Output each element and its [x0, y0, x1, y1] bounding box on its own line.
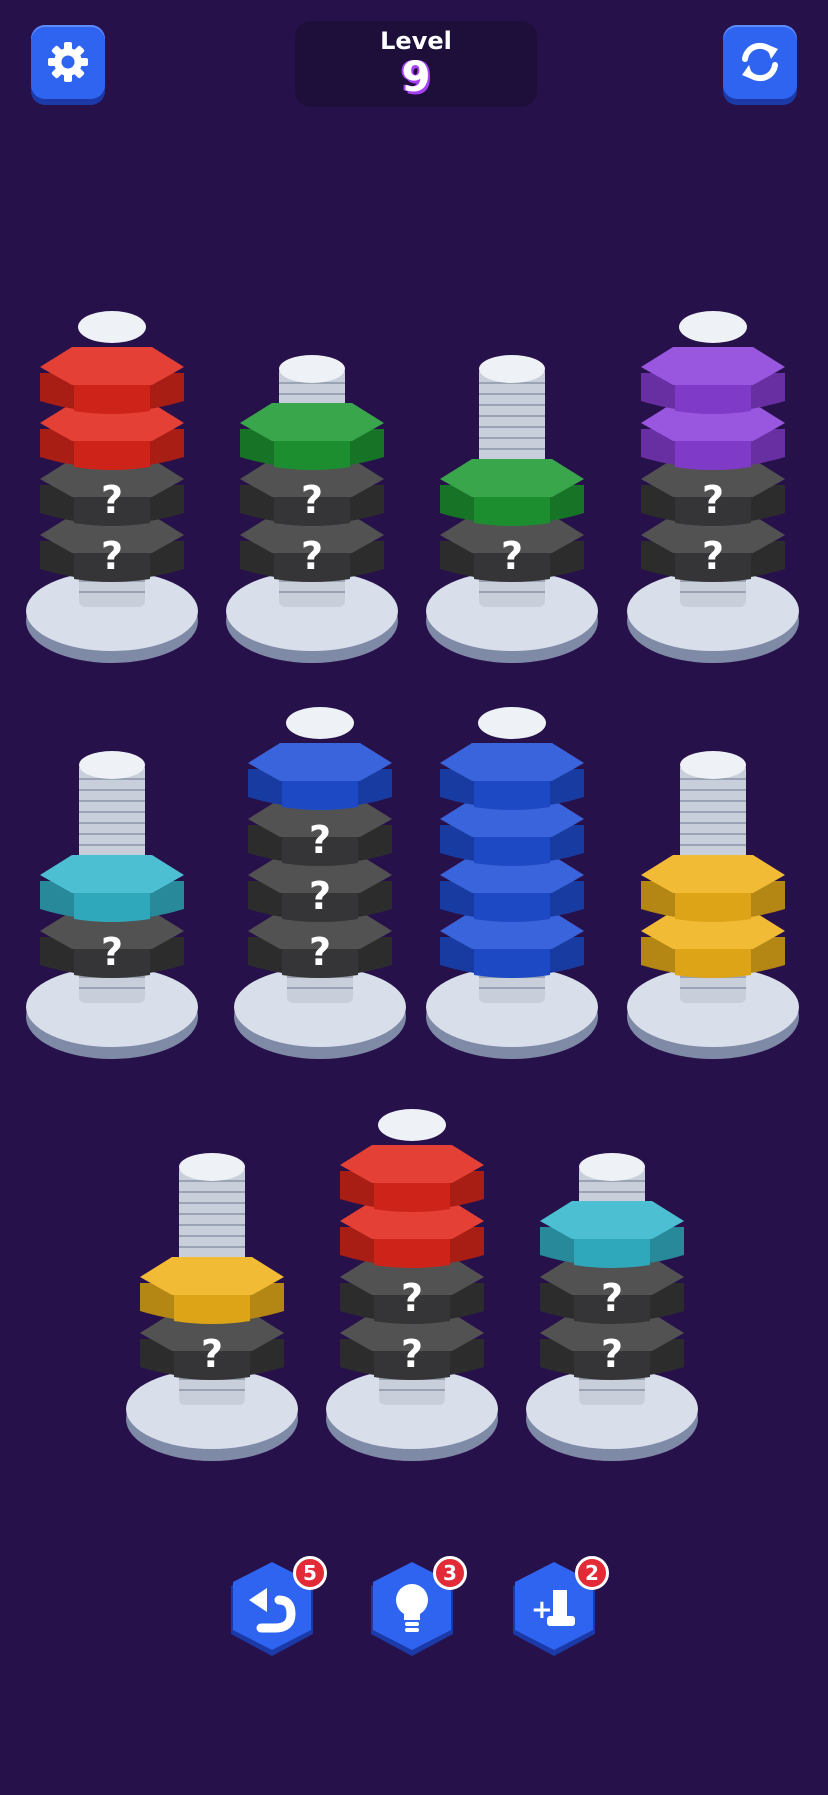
hidden-nut-mark: ? — [702, 478, 724, 522]
bolt-tip — [79, 751, 145, 779]
undo-booster-button[interactable]: 5 — [227, 1556, 327, 1660]
bolt[interactable]: ?? — [326, 1109, 498, 1461]
bolt[interactable]: ? — [126, 1153, 298, 1461]
nut-front-face — [174, 1291, 250, 1324]
bolt-tip — [479, 355, 545, 383]
hidden-nut-mark: ? — [301, 478, 323, 522]
hidden-nut-mark: ? — [201, 1332, 223, 1376]
bolt-tip — [179, 1153, 245, 1181]
bolt-tip — [279, 355, 345, 383]
hidden-nut-mark: ? — [501, 534, 523, 578]
bolt-tip — [478, 707, 546, 739]
hidden-nut-mark: ? — [309, 818, 331, 862]
nut-front-face — [74, 889, 150, 922]
hidden-nut-mark: ? — [309, 874, 331, 918]
bolt-tip — [680, 751, 746, 779]
hidden-nut-mark: ? — [301, 534, 323, 578]
booster-count-badge: 2 — [575, 1556, 609, 1590]
nut-front-face — [675, 889, 751, 922]
bolt-tip — [78, 311, 146, 343]
hidden-nut-mark: ? — [401, 1276, 423, 1320]
game-board: ???????????????? — [26, 311, 799, 1461]
add-bolt-booster-button[interactable]: +2 — [509, 1556, 609, 1660]
nut-front-face — [282, 777, 358, 810]
purple-nut — [641, 347, 785, 414]
bolt[interactable] — [627, 751, 799, 1059]
bolt[interactable] — [426, 707, 598, 1059]
yellow-nut — [140, 1257, 284, 1324]
cyan-nut — [40, 855, 184, 922]
nut-front-face — [675, 381, 751, 414]
bolt[interactable]: ? — [26, 751, 198, 1059]
nut-front-face — [374, 1179, 450, 1212]
hidden-nut-mark: ? — [309, 930, 331, 974]
hidden-nut-mark: ? — [101, 534, 123, 578]
hidden-nut-mark: ? — [101, 930, 123, 974]
booster-count-badge: 5 — [293, 1556, 327, 1590]
nut-front-face — [675, 437, 751, 470]
hidden-nut-mark: ? — [101, 478, 123, 522]
nut-front-face — [74, 437, 150, 470]
hidden-nut-mark: ? — [601, 1276, 623, 1320]
green-nut — [440, 459, 584, 526]
hidden-nut-mark: ? — [401, 1332, 423, 1376]
bolt[interactable]: ? — [426, 355, 598, 663]
hidden-nut-mark: ? — [702, 534, 724, 578]
blue-nut — [440, 743, 584, 810]
bolt[interactable]: ?? — [627, 311, 799, 663]
bolt-tip — [579, 1153, 645, 1181]
bolt[interactable]: ?? — [526, 1153, 698, 1461]
bolt[interactable]: ??? — [234, 707, 406, 1059]
red-nut — [40, 347, 184, 414]
nut-front-face — [474, 493, 550, 526]
cyan-nut — [540, 1201, 684, 1268]
yellow-nut — [641, 855, 785, 922]
nut-front-face — [274, 437, 350, 470]
hint-booster-button[interactable]: 3 — [367, 1556, 467, 1660]
bolt[interactable]: ?? — [226, 355, 398, 663]
nut-front-face — [474, 777, 550, 810]
green-nut — [240, 403, 384, 470]
red-nut — [340, 1145, 484, 1212]
hidden-nut-mark: ? — [601, 1332, 623, 1376]
booster-count-badge: 3 — [433, 1556, 467, 1590]
nut-front-face — [374, 1235, 450, 1268]
bolt-tip — [378, 1109, 446, 1141]
nut-front-face — [574, 1235, 650, 1268]
nut-front-face — [474, 889, 550, 922]
bolt-tip — [286, 707, 354, 739]
bolt[interactable]: ?? — [26, 311, 198, 663]
nut-front-face — [74, 381, 150, 414]
bolt-tip — [679, 311, 747, 343]
nut-front-face — [474, 833, 550, 866]
blue-nut — [248, 743, 392, 810]
nut-front-face — [474, 945, 550, 978]
nut-front-face — [675, 945, 751, 978]
